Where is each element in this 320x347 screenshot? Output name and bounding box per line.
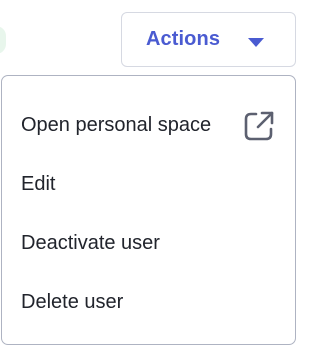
actions-button[interactable]: Actions [121, 12, 296, 67]
menu-item-edit[interactable]: Edit [2, 155, 295, 213]
status-indicator [0, 26, 6, 54]
menu-item-open-personal-space[interactable]: Open personal space [2, 96, 295, 154]
caret-down-icon [248, 38, 264, 47]
menu-item-label: Edit [21, 172, 56, 195]
external-link-icon [241, 108, 277, 144]
menu-item-label: Open personal space [21, 113, 212, 136]
menu-item-delete-user[interactable]: Delete user [2, 273, 295, 331]
menu-item-label: Delete user [21, 290, 124, 313]
actions-menu: Open personal space Edit Deactivate user… [1, 75, 296, 345]
actions-button-label: Actions [146, 28, 221, 50]
menu-item-deactivate-user[interactable]: Deactivate user [2, 214, 295, 272]
menu-item-label: Deactivate user [21, 231, 160, 254]
page: Actions Open personal space Edit Deactiv… [0, 0, 299, 347]
